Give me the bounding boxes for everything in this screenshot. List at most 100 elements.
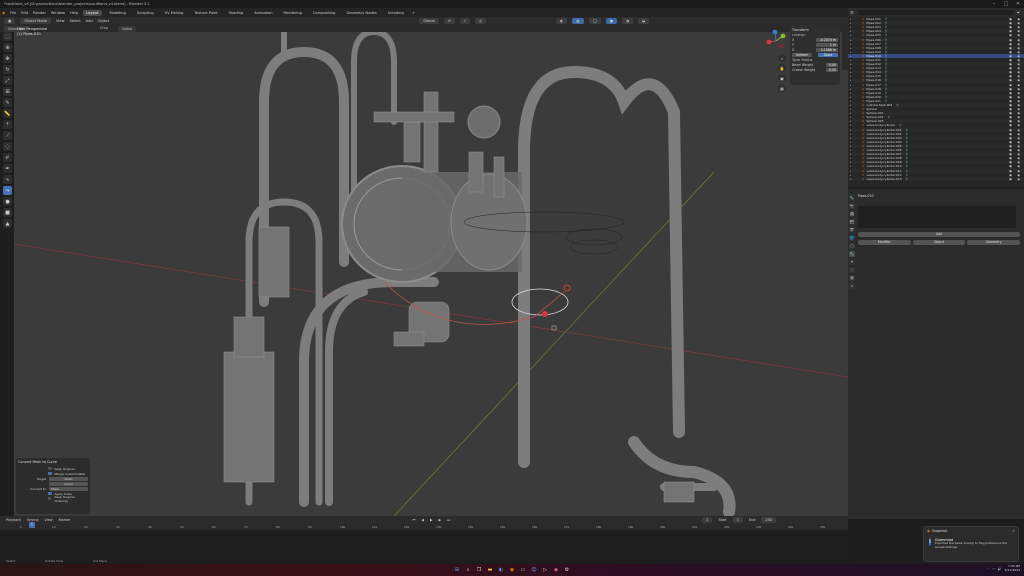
add-menu[interactable]: Add bbox=[86, 19, 93, 23]
crease-weight-field[interactable]: 0.00 bbox=[826, 67, 838, 72]
file-explorer-icon[interactable]: ▬ bbox=[486, 566, 494, 574]
rotate-tool-icon[interactable]: ↻ bbox=[3, 65, 12, 74]
menu-help[interactable]: Help bbox=[70, 11, 78, 15]
task-view-icon[interactable]: ❐ bbox=[475, 566, 483, 574]
eye-visibility-icon[interactable]: ◉ bbox=[1017, 177, 1020, 181]
view-menu-timeline[interactable]: View bbox=[45, 518, 53, 522]
shading-wireframe[interactable]: ◯ bbox=[588, 18, 601, 24]
blender-taskbar-icon[interactable]: ◉ bbox=[508, 566, 516, 574]
timeline-ruler[interactable]: 0 10 20 30 40 50 60 70 80 90 100 110 120 130 140 150 160… bbox=[0, 524, 848, 530]
object-button[interactable]: Object bbox=[912, 240, 966, 245]
render-tab-icon[interactable]: 📷 bbox=[849, 203, 855, 209]
object-menu[interactable]: Object bbox=[98, 19, 110, 23]
outliner[interactable]: ▸ ▽ Pipes.001 ⚲ ▣ ◉ ▸ ▽ Pipes.002 ⚲ ▣ ◉ ▸ ▽ Pipes.003 ⚲… bbox=[848, 17, 1024, 187]
zoom-icon[interactable]: ⌕ bbox=[778, 54, 786, 62]
particles-tab-icon[interactable]: ✴ bbox=[849, 259, 855, 265]
jump-start-icon[interactable]: ⏮ bbox=[412, 518, 415, 522]
playhead[interactable]: 1 bbox=[29, 522, 35, 528]
workspace-tab-rendering[interactable]: Rendering bbox=[281, 10, 305, 16]
wifi-icon[interactable]: ◠ bbox=[992, 567, 995, 571]
randomize-tool-icon[interactable]: ⤳ bbox=[3, 186, 12, 195]
volume-icon[interactable]: 🔊 bbox=[998, 567, 1002, 571]
filter-icon[interactable]: ⏷ bbox=[1017, 10, 1020, 15]
keep-ordering-row[interactable]: Keep Original Ordering bbox=[18, 495, 88, 503]
current-frame-field[interactable]: 1 bbox=[702, 517, 713, 523]
mode-selector[interactable]: Object Mode bbox=[20, 18, 52, 24]
camera-visibility-icon[interactable]: ▣ bbox=[1009, 177, 1012, 181]
toast-more-icon[interactable]: ⋯ bbox=[1007, 529, 1010, 533]
edge-browser-icon[interactable]: ◐ bbox=[497, 566, 505, 574]
modifier-button[interactable]: Modifier bbox=[858, 240, 911, 245]
outliner-editor-icon[interactable]: ☰ bbox=[850, 10, 854, 15]
measure-tool-icon[interactable]: 📏 bbox=[3, 109, 12, 118]
transform-tool-icon[interactable]: ⊞ bbox=[3, 87, 12, 96]
menu-file[interactable]: File bbox=[10, 11, 16, 15]
menu-edit[interactable]: Edit bbox=[21, 11, 28, 15]
modifier-tab-icon[interactable]: 🔧 bbox=[849, 251, 855, 257]
bevel-weight-field[interactable]: 0.00 bbox=[826, 62, 838, 67]
overlay-button[interactable]: ◐ bbox=[556, 18, 568, 24]
editor-type-button[interactable]: ▣ bbox=[4, 18, 16, 24]
scale-tool-icon[interactable]: ⤢ bbox=[3, 76, 12, 85]
workspace-tab-scripting[interactable]: Scripting bbox=[385, 10, 407, 16]
menu-window[interactable]: Window bbox=[51, 11, 65, 15]
workspace-tab-compositing[interactable]: Compositing bbox=[310, 10, 339, 16]
move-tool-icon[interactable]: ✥ bbox=[3, 54, 12, 63]
cursor-tool-icon[interactable]: ⊕ bbox=[3, 43, 12, 52]
shading-solid[interactable]: ● bbox=[605, 18, 617, 24]
workspace-tab-modeling[interactable]: Modeling bbox=[107, 10, 129, 16]
world-tab-icon[interactable]: 🌐 bbox=[849, 235, 855, 241]
terminal-icon[interactable]: ▭ bbox=[519, 566, 527, 574]
minimize-button[interactable]: – bbox=[988, 0, 1000, 8]
end-frame-field[interactable]: 250 bbox=[761, 517, 776, 523]
add-sphere-tool-icon[interactable]: ● bbox=[3, 197, 12, 206]
app-icon-pink[interactable]: ◆ bbox=[552, 566, 560, 574]
output-tab-icon[interactable]: 🖨 bbox=[849, 211, 855, 217]
annotate-tool-icon[interactable]: ✎ bbox=[3, 98, 12, 107]
marker-menu[interactable]: Marker bbox=[59, 518, 71, 522]
draw-tool-icon[interactable]: ✐ bbox=[3, 153, 12, 162]
grid-icon[interactable]: ▦ bbox=[778, 84, 786, 92]
shading-rendered[interactable]: ◒ bbox=[638, 18, 650, 24]
start-windows-icon[interactable]: ⊞ bbox=[453, 566, 461, 574]
tray-chevron-icon[interactable]: ˄ bbox=[988, 567, 990, 571]
workspace-tab-shading[interactable]: Shading bbox=[226, 10, 247, 16]
scene-tab-icon[interactable]: 🎬 bbox=[849, 227, 855, 233]
maximize-button[interactable]: □ bbox=[1000, 0, 1012, 8]
geometry-button[interactable]: Geometry bbox=[967, 240, 1021, 245]
convert-to-dropdown[interactable]: Mesh bbox=[49, 486, 88, 491]
navigation-gizmo[interactable] bbox=[763, 28, 789, 54]
workspace-tab-animation[interactable]: Animation bbox=[251, 10, 275, 16]
object-tab-icon[interactable]: ▢ bbox=[849, 243, 855, 249]
merge-customizable-checkbox[interactable] bbox=[48, 471, 52, 476]
apply-scale-checkbox[interactable] bbox=[48, 491, 52, 496]
scale-button[interactable]: Scale bbox=[818, 52, 838, 57]
location-x-field[interactable]: -0.2074 m bbox=[816, 37, 838, 42]
media-player-icon[interactable]: ▷ bbox=[541, 566, 549, 574]
workspace-tab-sculpting[interactable]: Sculpting bbox=[134, 10, 157, 16]
next-key-icon[interactable]: ▶ bbox=[439, 518, 442, 522]
pen-tool-icon[interactable]: ✒ bbox=[3, 164, 12, 173]
keep-original-checkbox[interactable] bbox=[48, 466, 52, 471]
target-mesh-option[interactable]: Mesh bbox=[49, 476, 88, 481]
workspace-tab-uv-editing[interactable]: UV Editing bbox=[162, 10, 187, 16]
playback-menu[interactable]: Playback bbox=[6, 518, 21, 522]
menu-render[interactable]: Render bbox=[33, 11, 46, 15]
keep-ordering-checkbox[interactable] bbox=[48, 496, 52, 501]
xray-toggle[interactable]: ▦ bbox=[572, 18, 584, 24]
location-y-field[interactable]: 1 m bbox=[816, 42, 838, 47]
jump-end-icon[interactable]: ⏭ bbox=[447, 518, 450, 522]
camera-icon[interactable]: ▣ bbox=[778, 74, 786, 82]
pan-hand-icon[interactable]: ✋ bbox=[778, 64, 786, 72]
add-workspace-button[interactable]: + bbox=[412, 11, 415, 15]
tool-tab-icon[interactable]: 🔧 bbox=[849, 195, 855, 201]
notification-toast[interactable]: ◉ Snapshot ⋯ ✕ i Grammrod Exported the S… bbox=[923, 526, 1019, 562]
proportional-edit-button[interactable]: ◎ bbox=[475, 18, 487, 24]
expand-arrow-icon[interactable]: ▸ bbox=[850, 177, 852, 181]
snap-button[interactable]: ⌾ bbox=[459, 18, 470, 24]
play-icon[interactable]: ▶ bbox=[430, 518, 433, 522]
workspace-tab-geometry-nodes[interactable]: Geometry Nodes bbox=[343, 10, 379, 16]
search-icon[interactable]: ⌕ bbox=[464, 566, 472, 574]
location-z-field[interactable]: 0.1986 m bbox=[816, 47, 838, 52]
constraints-tab-icon[interactable]: ⛓ bbox=[849, 275, 855, 281]
